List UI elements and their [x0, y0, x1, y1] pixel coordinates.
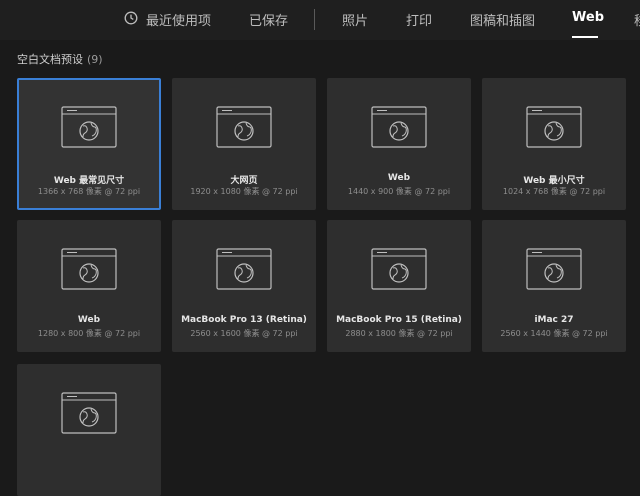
tab-saved[interactable]: 已保存 [249, 10, 288, 29]
preset-dimensions: 1024 x 768 像素 @ 72 ppi [502, 187, 606, 196]
web-document-globe-icon [216, 248, 272, 290]
tab-photo[interactable]: 照片 [342, 10, 368, 29]
preset-count: (9) [87, 53, 103, 66]
preset-name: Web 最常见尺寸 [53, 176, 125, 186]
preset-card[interactable]: Web 最小尺寸 1024 x 768 像素 @ 72 ppi [482, 78, 626, 210]
preset-dimensions: 2880 x 1800 像素 @ 72 ppi [345, 329, 453, 338]
active-tab-indicator [572, 36, 598, 38]
preset-dimensions: 1280 x 800 像素 @ 72 ppi [37, 329, 141, 338]
web-document-globe-icon [526, 106, 582, 148]
web-document-globe-icon [371, 248, 427, 290]
web-document-globe-icon [61, 248, 117, 290]
preset-card[interactable]: iMac 27 2560 x 1440 像素 @ 72 ppi [482, 220, 626, 352]
preset-dimensions: 2560 x 1600 像素 @ 72 ppi [190, 329, 298, 338]
preset-category-tabs: 最近使用项 已保存 照片 打印 图稿和插图 Web 移 [0, 0, 640, 40]
preset-card[interactable]: Web 最常见尺寸 1366 x 768 像素 @ 72 ppi [17, 78, 161, 210]
preset-name: iMac 27 [534, 315, 574, 325]
web-document-globe-icon [371, 106, 427, 148]
preset-dimensions: 1366 x 768 像素 @ 72 ppi [37, 187, 141, 196]
clock-icon [124, 11, 138, 25]
section-title-label: 空白文档预设 [17, 53, 83, 66]
preset-card[interactable]: Web 1280 x 800 像素 @ 72 ppi [17, 220, 161, 352]
preset-dimensions: 2560 x 1440 像素 @ 72 ppi [500, 329, 608, 338]
preset-name: Web [77, 315, 101, 325]
preset-dimensions: 1920 x 1080 像素 @ 72 ppi [190, 187, 298, 196]
preset-card[interactable]: Web 1440 x 900 像素 @ 72 ppi [327, 78, 471, 210]
preset-dimensions: 1440 x 900 像素 @ 72 ppi [347, 187, 451, 196]
tab-art-illustration[interactable]: 图稿和插图 [470, 10, 535, 29]
tab-recent[interactable]: 最近使用项 [146, 10, 211, 29]
section-title: 空白文档预设 (9) [17, 51, 103, 67]
preset-name: MacBook Pro 15 (Retina) [336, 315, 462, 325]
preset-card[interactable]: MacBook Pro 15 (Retina) 2880 x 1800 像素 @… [327, 220, 471, 352]
web-document-globe-icon [61, 392, 117, 434]
preset-name: 大网页 [230, 176, 258, 186]
tab-web[interactable]: Web [572, 10, 604, 25]
preset-card[interactable] [17, 364, 161, 496]
web-document-globe-icon [216, 106, 272, 148]
tab-divider [314, 9, 315, 30]
tab-mobile[interactable]: 移 [634, 10, 640, 29]
preset-name: Web [387, 173, 411, 183]
preset-name: MacBook Pro 13 (Retina) [181, 315, 307, 325]
preset-card[interactable]: 大网页 1920 x 1080 像素 @ 72 ppi [172, 78, 316, 210]
preset-card[interactable]: MacBook Pro 13 (Retina) 2560 x 1600 像素 @… [172, 220, 316, 352]
tab-print[interactable]: 打印 [406, 10, 432, 29]
web-document-globe-icon [61, 106, 117, 148]
preset-name: Web 最小尺寸 [523, 176, 585, 186]
web-document-globe-icon [526, 248, 582, 290]
